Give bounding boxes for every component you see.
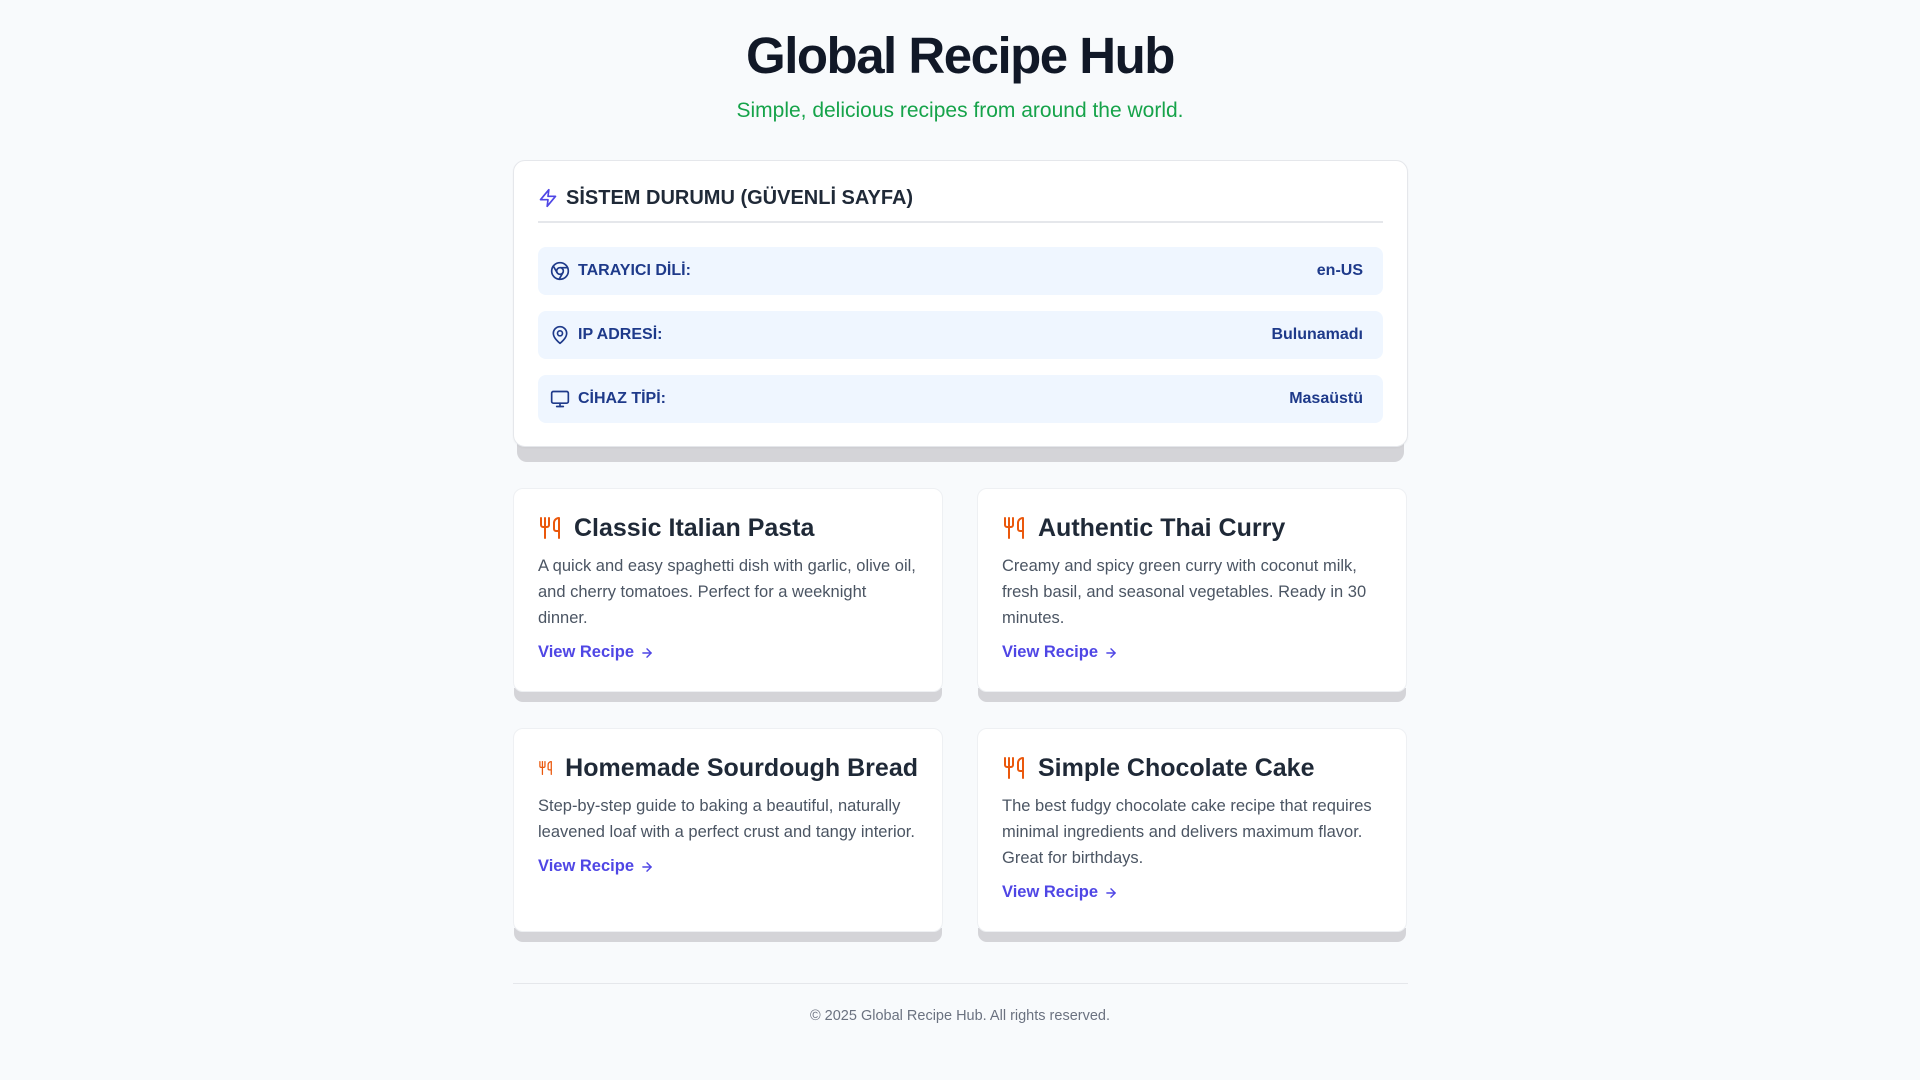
status-label-device-type: CİHAZ TİPİ:: [578, 390, 666, 407]
view-recipe-link[interactable]: View Recipe: [538, 643, 654, 662]
arrow-right-icon: [1106, 887, 1116, 898]
status-value-browser-language: en-US: [1316, 262, 1363, 279]
copyright-text: © 2025 Global Recipe Hub. All rights res…: [809, 1008, 1111, 1024]
page: Global Recipe Hub Simple, delicious reci…: [0, 0, 1920, 1080]
footer-divider: [513, 983, 1408, 984]
arrow-right-icon: [642, 647, 652, 658]
utensils-icon: [540, 517, 560, 539]
status-row-device-type: CİHAZ TİPİ: Masaüstü: [538, 375, 1383, 423]
recipe-title: Simple Chocolate Cake: [1002, 753, 1382, 783]
recipe-card: Authentic Thai Curry Creamy and spicy gr…: [977, 488, 1407, 692]
status-value-ip-address: Bulunamadı: [1271, 326, 1363, 343]
utensils-icon: [539, 761, 552, 775]
lightning-icon: [539, 188, 557, 208]
recipe-title: Authentic Thai Curry: [1002, 513, 1382, 543]
arrow-right-icon: [642, 861, 652, 872]
recipe-title-text: Classic Italian Pasta: [574, 514, 815, 542]
recipe-description: A quick and easy spaghetti dish with gar…: [538, 557, 916, 627]
recipe-description: The best fudgy chocolate cake recipe tha…: [1002, 797, 1372, 867]
recipe-description: Creamy and spicy green curry with coconu…: [1002, 557, 1367, 627]
view-recipe-label: View Recipe: [1002, 883, 1098, 901]
chrome-icon: [550, 261, 570, 281]
utensils-icon: [1004, 757, 1024, 779]
recipe-card: Simple Chocolate Cake The best fudgy cho…: [977, 728, 1407, 932]
status-row-browser-language: TARAYICI DİLİ: en-US: [538, 247, 1383, 295]
status-row-ip-address: IP ADRESİ: Bulunamadı: [538, 311, 1383, 359]
view-recipe-label: View Recipe: [538, 857, 634, 875]
recipe-description: Step-by-step guide to baking a beautiful…: [538, 797, 915, 841]
status-title: SİSTEM DURUMU (GÜVENLİ SAYFA): [566, 186, 914, 209]
utensils-icon: [1004, 517, 1024, 539]
arrow-right-icon: [1106, 647, 1116, 658]
site-header: Global Recipe Hub Simple, delicious reci…: [0, 26, 1920, 124]
view-recipe-link[interactable]: View Recipe: [538, 857, 654, 876]
recipe-title-text: Homemade Sourdough Bread: [565, 754, 918, 782]
monitor-icon: [550, 390, 570, 408]
status-value-device-type: Masaüstü: [1289, 390, 1363, 407]
recipe-card: Classic Italian Pasta A quick and easy s…: [513, 488, 943, 692]
view-recipe-label: View Recipe: [538, 643, 634, 661]
recipe-title-text: Simple Chocolate Cake: [1038, 754, 1315, 782]
view-recipe-link[interactable]: View Recipe: [1002, 643, 1118, 662]
recipe-title: Homemade Sourdough Bread: [538, 753, 918, 783]
site-title: Global Recipe Hub: [746, 27, 1175, 84]
recipe-title: Classic Italian Pasta: [538, 513, 918, 543]
view-recipe-link[interactable]: View Recipe: [1002, 883, 1118, 902]
site-subtitle: Simple, delicious recipes from around th…: [736, 99, 1184, 122]
recipe-card: Homemade Sourdough Bread Step-by-step gu…: [513, 728, 943, 932]
view-recipe-label: View Recipe: [1002, 643, 1098, 661]
status-label-ip-address: IP ADRESİ:: [578, 326, 663, 343]
map-pin-icon: [552, 325, 568, 345]
status-label-browser-language: TARAYICI DİLİ:: [578, 262, 691, 279]
system-status-card: SİSTEM DURUMU (GÜVENLİ SAYFA) TARAYICI D…: [513, 160, 1408, 447]
status-header: SİSTEM DURUMU (GÜVENLİ SAYFA): [538, 161, 1383, 223]
site-footer: © 2025 Global Recipe Hub. All rights res…: [0, 1008, 1920, 1024]
recipe-title-text: Authentic Thai Curry: [1038, 514, 1286, 542]
